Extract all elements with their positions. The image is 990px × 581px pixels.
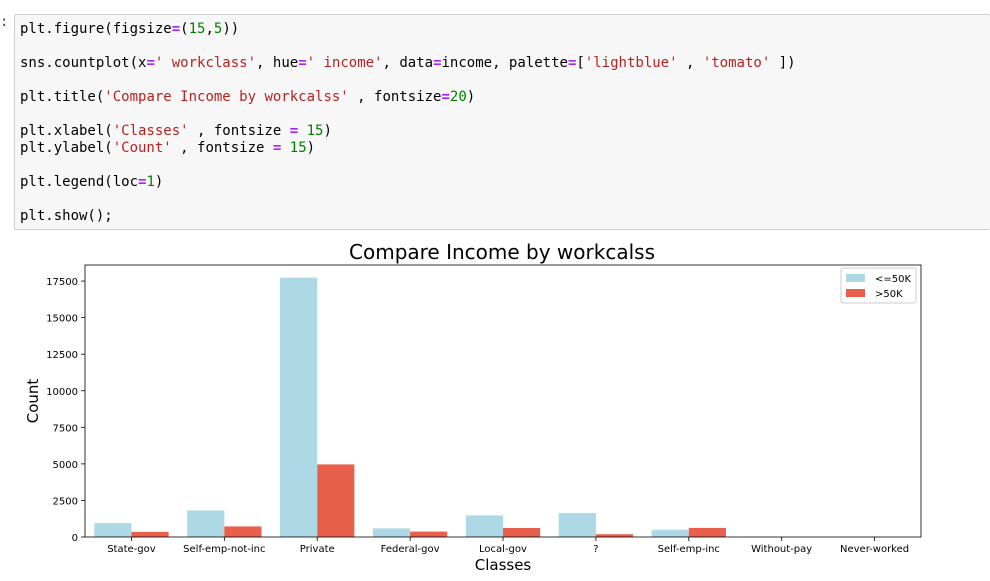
bar bbox=[596, 534, 633, 537]
cell-output: Compare Income by workcalss 0 2500 5000 750… bbox=[0, 235, 990, 577]
plot-frame bbox=[85, 265, 921, 537]
bar bbox=[373, 528, 410, 537]
code-editor[interactable]: plt.figure(figsize=(15,5)) sns.countplot(… bbox=[20, 21, 796, 225]
cell-prompt: : bbox=[0, 14, 12, 30]
bar bbox=[503, 528, 540, 537]
x-tick-label: Self-emp-inc bbox=[658, 544, 720, 555]
legend-swatch bbox=[846, 274, 865, 282]
bar bbox=[280, 278, 317, 537]
x-tick-label: State-gov bbox=[107, 544, 156, 555]
code-line: plt.ylabel('Count' , fontsize = 15) bbox=[20, 140, 796, 157]
chart-title: Compare Income by workcalss bbox=[349, 240, 655, 264]
bar bbox=[317, 464, 354, 537]
x-tick-label: Local-gov bbox=[479, 544, 527, 555]
code-line: plt.show(); bbox=[20, 208, 796, 225]
code-line bbox=[20, 106, 796, 123]
x-tick-label: Without-pay bbox=[751, 544, 812, 555]
x-tick-label: Self-emp-not-inc bbox=[183, 544, 265, 555]
bar bbox=[559, 513, 596, 537]
code-line: plt.legend(loc=1) bbox=[20, 174, 796, 191]
countplot-chart: Compare Income by workcalss 0 2500 5000 750… bbox=[0, 235, 990, 577]
bar bbox=[94, 523, 131, 537]
bar bbox=[466, 515, 503, 537]
code-line bbox=[20, 157, 796, 174]
code-line bbox=[20, 191, 796, 208]
bar bbox=[410, 532, 447, 537]
x-tick-label: ? bbox=[593, 544, 598, 555]
bar bbox=[187, 510, 224, 537]
code-cell[interactable]: plt.figure(figsize=(15,5)) sns.countplot(… bbox=[14, 14, 990, 230]
y-axis-label: Count bbox=[24, 379, 42, 424]
code-line bbox=[20, 72, 796, 89]
y-tick-label: 0 bbox=[72, 533, 78, 544]
x-tick-label: Never-worked bbox=[840, 544, 909, 555]
code-line: plt.xlabel('Classes' , fontsize = 15) bbox=[20, 123, 796, 140]
code-line: sns.countplot(x=' workclass', hue=' inco… bbox=[20, 55, 796, 72]
y-tick-label: 12500 bbox=[46, 350, 78, 361]
code-line: plt.figure(figsize=(15,5)) bbox=[20, 21, 796, 38]
bar bbox=[689, 528, 726, 537]
y-tick-label: 15000 bbox=[46, 314, 78, 325]
bar bbox=[652, 530, 689, 537]
code-line bbox=[20, 38, 796, 55]
legend-label: <=50K bbox=[875, 274, 911, 285]
y-tick-label: 17500 bbox=[46, 277, 78, 288]
y-tick-label: 10000 bbox=[46, 387, 78, 398]
x-tick-label: Private bbox=[300, 544, 335, 555]
bar bbox=[131, 532, 168, 537]
code-line: plt.title('Compare Income by workcalss' … bbox=[20, 89, 796, 106]
legend: <=50K >50K bbox=[841, 268, 916, 303]
bar bbox=[224, 526, 261, 537]
y-tick-label: 2500 bbox=[53, 496, 78, 507]
y-tick-label: 7500 bbox=[53, 423, 78, 434]
legend-label: >50K bbox=[875, 289, 903, 300]
x-tick-label: Federal-gov bbox=[381, 544, 440, 555]
x-axis-label: Classes bbox=[475, 556, 532, 574]
y-tick-label: 5000 bbox=[53, 460, 78, 471]
legend-swatch bbox=[846, 289, 865, 297]
